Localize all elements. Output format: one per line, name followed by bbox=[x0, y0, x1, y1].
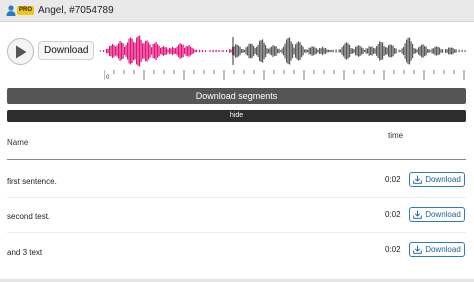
download-icon bbox=[413, 210, 422, 219]
waveform-played bbox=[100, 35, 234, 67]
download-audio-button[interactable]: Download bbox=[38, 41, 95, 60]
page-title: Angel, #7054789 bbox=[38, 5, 114, 16]
header-bar: PRO Angel, #7054789 bbox=[0, 0, 474, 22]
segment-download-button[interactable]: Download bbox=[409, 242, 465, 257]
name-column-header: Name bbox=[7, 138, 29, 147]
segment-download-button[interactable]: Download bbox=[409, 207, 465, 222]
download-icon bbox=[413, 175, 422, 184]
segment-time: 0:02 bbox=[385, 175, 401, 184]
row-divider bbox=[7, 232, 466, 233]
segment-download-button[interactable]: Download bbox=[409, 172, 465, 187]
time-ruler bbox=[104, 70, 465, 80]
segment-time: 0:02 bbox=[385, 210, 401, 219]
pro-badge: PRO bbox=[17, 6, 35, 15]
row-divider bbox=[7, 197, 466, 198]
ruler-start-label: 0 bbox=[106, 75, 110, 81]
download-segments-button[interactable]: Download segments bbox=[7, 88, 466, 104]
hide-button[interactable]: hide bbox=[7, 110, 466, 122]
download-label: Download bbox=[425, 175, 461, 184]
audio-waveform[interactable] bbox=[100, 35, 466, 67]
segment-text: first sentence. bbox=[7, 177, 57, 186]
download-label: Download bbox=[425, 210, 461, 219]
segment-time: 0:02 bbox=[385, 245, 401, 254]
user-icon bbox=[6, 5, 16, 16]
segment-text: second test. bbox=[7, 212, 51, 221]
waveform-unplayed bbox=[233, 37, 466, 65]
play-icon bbox=[15, 45, 26, 58]
time-column-header: time bbox=[388, 131, 404, 140]
play-button[interactable] bbox=[7, 38, 34, 65]
table-header-divider bbox=[7, 159, 466, 160]
segment-text: and 3 text bbox=[7, 248, 43, 257]
download-icon bbox=[413, 245, 422, 254]
download-label: Download bbox=[425, 245, 461, 254]
